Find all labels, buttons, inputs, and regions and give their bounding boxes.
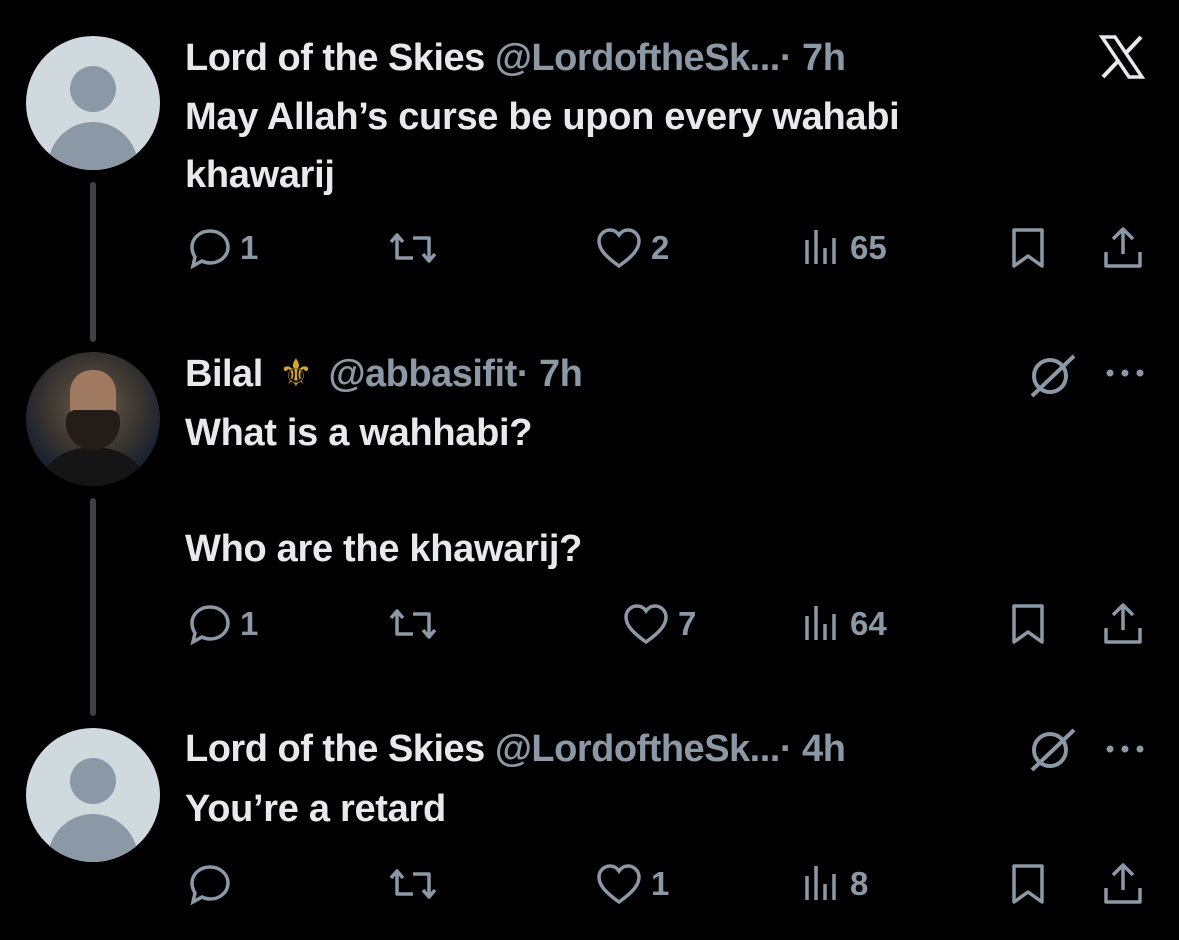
like-button[interactable]: 7 [622, 602, 696, 646]
reply-icon [190, 605, 230, 646]
reply-count: 1 [240, 605, 259, 642]
share-icon [1104, 227, 1142, 268]
tweet-header: Bilal ⚜ @abbasifit· 7h [185, 351, 583, 397]
views-icon [805, 606, 836, 640]
user-handle[interactable]: @abbasifit [328, 353, 517, 395]
views-button[interactable]: 65 [802, 226, 887, 270]
avatar[interactable] [26, 352, 160, 486]
fleur-de-lis-badge: ⚜ [278, 353, 313, 395]
bookmark-icon [1012, 604, 1044, 644]
view-count: 8 [850, 865, 869, 902]
heart-icon [597, 228, 641, 269]
like-count: 7 [678, 605, 697, 642]
tweet-text-line [185, 462, 582, 520]
reply-button[interactable]: 1 [188, 602, 258, 646]
reply-icon [190, 229, 230, 270]
reply-button[interactable] [188, 862, 240, 906]
timestamp[interactable]: · 7h [517, 353, 583, 395]
tweet-header: Lord of the Skies @LordoftheSk...· 4h [185, 726, 846, 772]
display-name[interactable]: Lord of the Skies [185, 37, 485, 79]
views-icon [805, 866, 836, 900]
bookmark-icon [1012, 864, 1044, 904]
retweet-button[interactable] [385, 602, 441, 646]
views-button[interactable]: 64 [802, 602, 887, 646]
share-button[interactable] [1100, 862, 1146, 906]
views-button[interactable]: 8 [802, 862, 868, 906]
retweet-icon [389, 869, 437, 899]
tweet-text-line: You’re a retard [185, 788, 446, 830]
tweet-text: May Allah’s curse be upon every wahabi k… [185, 88, 900, 204]
heart-icon [597, 864, 641, 905]
display-name[interactable]: Lord of the Skies [185, 728, 485, 770]
like-count: 1 [651, 865, 670, 902]
user-handle[interactable]: @LordoftheSk... [495, 37, 781, 79]
action-bar: 1 2 65 [0, 226, 1179, 276]
share-button[interactable] [1100, 602, 1146, 646]
tweet-text-line: What is a wahhabi? [185, 412, 533, 454]
tweet-text: What is a wahhabi? Who are the khawarij? [185, 404, 582, 578]
action-bar: 1 7 64 [0, 602, 1179, 652]
avatar[interactable] [26, 728, 160, 862]
tweet-text-line: khawarij [185, 154, 335, 196]
tweet-text: You’re a retard [185, 780, 446, 838]
action-bar: 1 8 [0, 862, 1179, 912]
grok-icon[interactable] [1026, 352, 1078, 405]
view-count: 64 [850, 605, 887, 642]
avatar[interactable] [26, 36, 160, 170]
bookmark-button[interactable] [1008, 602, 1048, 646]
share-icon [1104, 863, 1142, 904]
view-count: 65 [850, 229, 887, 266]
display-name[interactable]: Bilal [185, 353, 263, 395]
reply-button[interactable]: 1 [188, 226, 258, 270]
reply-count: 1 [240, 229, 259, 266]
bookmark-button[interactable] [1008, 862, 1048, 906]
timestamp[interactable]: · 7h [780, 37, 846, 79]
retweet-button[interactable] [385, 226, 441, 270]
timestamp[interactable]: · 4h [780, 728, 846, 770]
bookmark-button[interactable] [1008, 226, 1048, 270]
share-button[interactable] [1100, 226, 1146, 270]
more-icon[interactable] [1104, 742, 1146, 760]
like-button[interactable]: 1 [595, 862, 669, 906]
heart-icon [624, 604, 668, 645]
tweet-header: Lord of the Skies @LordoftheSk...· 7h [185, 35, 846, 81]
tweet-text-line: May Allah’s curse be upon every wahabi [185, 96, 900, 138]
user-handle[interactable]: @LordoftheSk... [495, 728, 781, 770]
views-icon [805, 230, 836, 264]
share-icon [1104, 603, 1142, 644]
bookmark-icon [1012, 228, 1044, 268]
retweet-icon [389, 233, 437, 263]
retweet-button[interactable] [385, 862, 441, 906]
x-logo-icon[interactable] [1098, 33, 1146, 86]
reply-icon [190, 865, 230, 906]
retweet-icon [389, 609, 437, 639]
grok-icon[interactable] [1026, 726, 1078, 779]
like-count: 2 [651, 229, 670, 266]
like-button[interactable]: 2 [595, 226, 669, 270]
more-icon[interactable] [1104, 366, 1146, 384]
tweet-text-line: Who are the khawarij? [185, 528, 583, 570]
